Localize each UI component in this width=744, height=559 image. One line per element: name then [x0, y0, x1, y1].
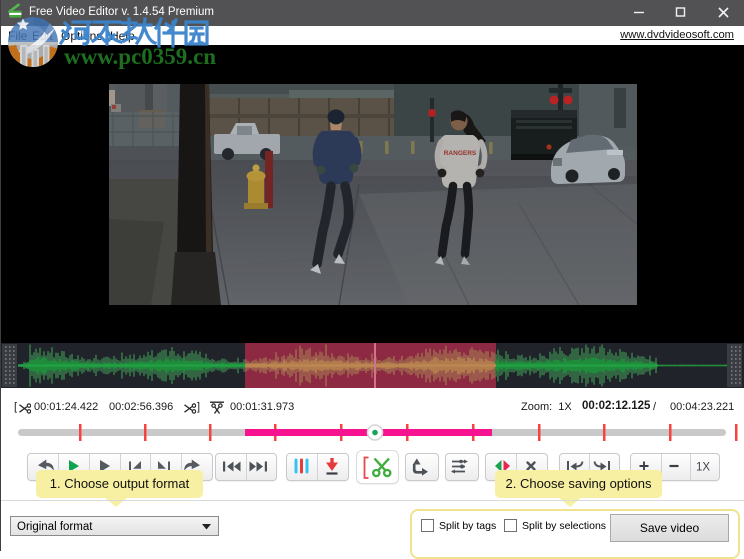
svg-text:1X: 1X	[696, 462, 710, 474]
svg-text:www.pc0359.cn: www.pc0359.cn	[64, 44, 216, 69]
